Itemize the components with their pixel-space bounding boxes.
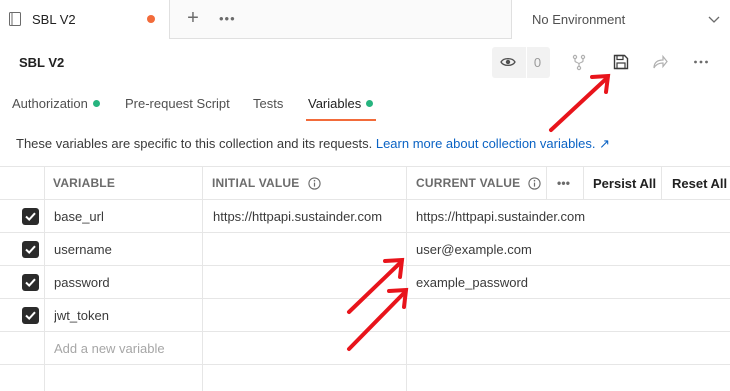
variable-name-cell[interactable]: username xyxy=(54,233,112,265)
collection-icon xyxy=(9,12,21,26)
column-header-variable: VARIABLE xyxy=(53,176,116,190)
header-label: INITIAL VALUE xyxy=(212,176,300,190)
watch-count: 0 xyxy=(526,47,548,78)
table-row: username user@example.com xyxy=(0,233,730,266)
info-icon[interactable] xyxy=(307,176,321,190)
unsaved-dot-icon xyxy=(147,15,155,23)
collection-subtabs: Authorization Pre-request Script Tests V… xyxy=(0,90,730,122)
tab-sbl-v2[interactable]: SBL V2 xyxy=(0,0,170,39)
check-icon xyxy=(25,311,36,321)
new-variable-input[interactable]: Add a new variable xyxy=(54,332,165,364)
watch-button[interactable]: 0 xyxy=(492,47,550,78)
fork-icon[interactable] xyxy=(570,53,588,71)
eye-icon xyxy=(500,57,516,67)
collection-title: SBL V2 xyxy=(19,55,65,70)
variable-name-cell[interactable]: base_url xyxy=(54,200,104,232)
more-icon[interactable] xyxy=(692,53,710,71)
initial-value-cell[interactable]: https://httpapi.sustainder.com xyxy=(213,200,382,232)
variable-name-cell[interactable]: jwt_token xyxy=(54,299,109,331)
tab-label: Authorization xyxy=(12,96,88,111)
info-text: These variables are specific to this col… xyxy=(16,136,376,151)
current-value-cell[interactable]: user@example.com xyxy=(416,233,532,265)
status-dot-icon xyxy=(92,100,100,107)
table-row-new: Add a new variable xyxy=(0,332,730,365)
column-header-initial-value: INITIAL VALUE xyxy=(212,167,321,199)
current-value-cell[interactable]: example_password xyxy=(416,266,528,298)
table-header: VARIABLE INITIAL VALUE CURRENT VALUE •••… xyxy=(0,166,730,200)
tab-authorization[interactable]: Authorization xyxy=(12,96,100,111)
row-enabled-checkbox[interactable] xyxy=(22,274,39,291)
tab-label: Tests xyxy=(253,96,284,111)
column-divider xyxy=(583,166,584,200)
chevron-down-icon xyxy=(708,16,720,23)
table-more-button[interactable]: ••• xyxy=(557,167,570,199)
variables-info: These variables are specific to this col… xyxy=(16,136,610,152)
check-icon xyxy=(25,212,36,222)
share-icon[interactable] xyxy=(651,53,669,71)
table-row: base_url https://httpapi.sustainder.com … xyxy=(0,200,730,233)
check-icon xyxy=(25,245,36,255)
environment-select[interactable]: No Environment xyxy=(511,0,730,39)
current-value-cell[interactable]: https://httpapi.sustainder.com xyxy=(416,200,585,232)
save-icon[interactable] xyxy=(612,53,630,71)
table-row: jwt_token xyxy=(0,299,730,332)
reset-all-button[interactable]: Reset All xyxy=(672,167,727,199)
add-tab-button[interactable]: + xyxy=(184,8,202,29)
table-row: password example_password xyxy=(0,266,730,299)
column-divider xyxy=(406,166,407,391)
check-icon xyxy=(25,278,36,288)
status-dot-icon xyxy=(366,100,374,107)
tab-bar: SBL V2 + ••• No Environment xyxy=(0,0,730,39)
column-divider xyxy=(661,166,662,200)
row-enabled-checkbox[interactable] xyxy=(22,307,39,324)
info-icon[interactable] xyxy=(528,176,542,190)
header-label: CURRENT VALUE xyxy=(416,176,521,190)
column-divider xyxy=(44,166,45,391)
tab-title: SBL V2 xyxy=(32,12,76,27)
environment-label: No Environment xyxy=(532,12,626,27)
tab-label: Variables xyxy=(308,96,362,111)
row-enabled-checkbox[interactable] xyxy=(22,241,39,258)
row-enabled-checkbox[interactable] xyxy=(22,208,39,225)
tab-label: Pre-request Script xyxy=(125,96,230,111)
tab-pre-request-script[interactable]: Pre-request Script xyxy=(125,96,230,111)
column-divider xyxy=(546,166,547,200)
variables-table: VARIABLE INITIAL VALUE CURRENT VALUE •••… xyxy=(0,166,730,391)
variable-name-cell[interactable]: password xyxy=(54,266,110,298)
more-tabs-button[interactable]: ••• xyxy=(219,11,236,26)
learn-more-link[interactable]: Learn more about collection variables. ↗ xyxy=(376,136,610,151)
persist-all-button[interactable]: Persist All xyxy=(593,167,656,199)
tab-variables[interactable]: Variables xyxy=(308,96,374,111)
tab-tests[interactable]: Tests xyxy=(253,96,283,111)
active-tab-indicator xyxy=(306,119,376,121)
column-header-current-value: CURRENT VALUE xyxy=(416,167,542,199)
column-divider xyxy=(202,166,203,391)
